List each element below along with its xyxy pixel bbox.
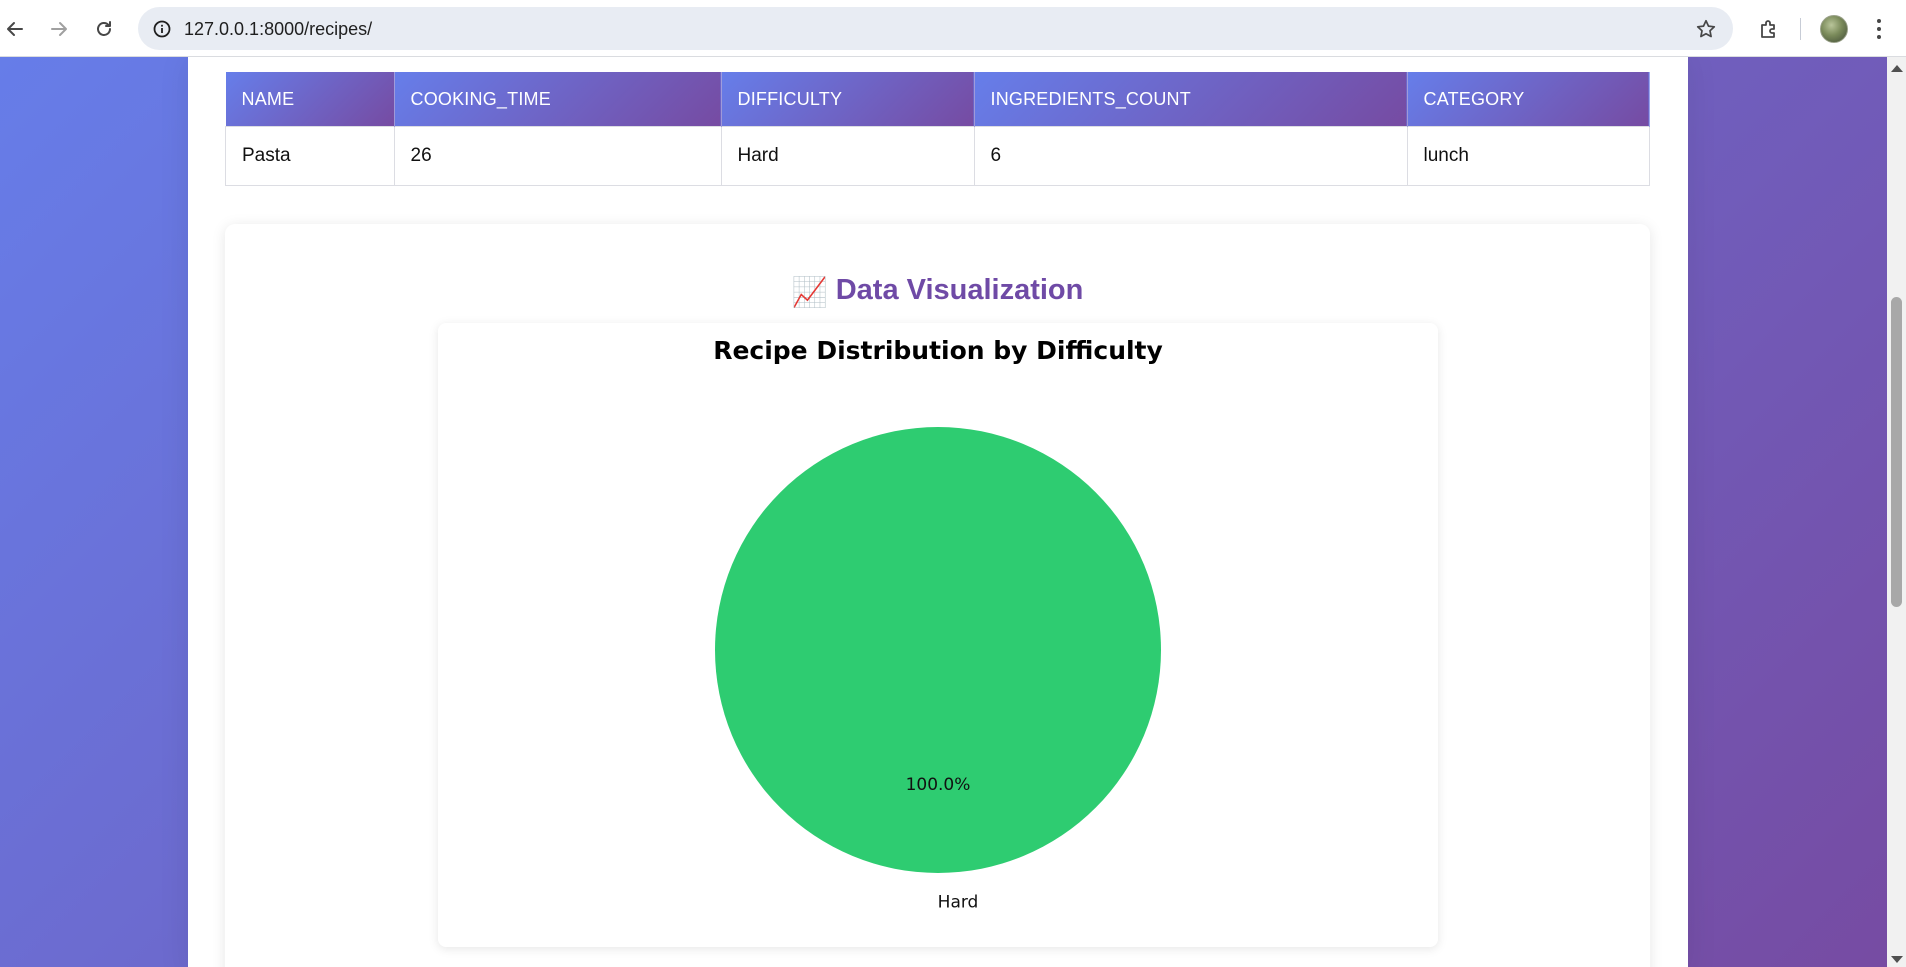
pie-slices: 100.0% Hard xyxy=(715,427,1161,912)
cell-cooking-time: 26 xyxy=(393,126,722,186)
bookmark-button[interactable] xyxy=(1693,16,1719,42)
back-button[interactable] xyxy=(0,14,30,44)
cell-category: lunch xyxy=(1406,126,1650,186)
pie-percent-label: 100.0% xyxy=(906,775,971,795)
address-bar[interactable]: 127.0.0.1:8000/recipes/ xyxy=(138,7,1733,50)
column-header-category: CATEGORY xyxy=(1407,72,1650,127)
content-container: NAME COOKING_TIME DIFFICULTY INGREDIENTS… xyxy=(188,57,1688,967)
pie-category-label: Hard xyxy=(938,892,979,912)
info-icon xyxy=(153,20,171,38)
forward-arrow-icon xyxy=(51,22,67,36)
scroll-up-arrow[interactable] xyxy=(1891,65,1903,72)
page-viewport: NAME COOKING_TIME DIFFICULTY INGREDIENTS… xyxy=(0,57,1887,967)
table-header-row: NAME COOKING_TIME DIFFICULTY INGREDIENTS… xyxy=(225,72,1650,127)
page-scrollbar[interactable] xyxy=(1887,57,1906,967)
visualization-heading-text: Data Visualization xyxy=(835,274,1084,306)
scroll-down-arrow[interactable] xyxy=(1891,956,1903,963)
back-arrow-icon xyxy=(7,22,23,36)
url-text[interactable]: 127.0.0.1:8000/recipes/ xyxy=(184,19,372,40)
reload-icon xyxy=(97,21,111,36)
visualization-heading: 📈 Data Visualization xyxy=(225,274,1650,310)
extensions-button[interactable] xyxy=(1754,14,1784,44)
column-header-name: NAME xyxy=(225,72,395,127)
cell-ingredients-count: 6 xyxy=(973,126,1408,186)
pie-chart: Recipe Distribution by Difficulty 100.0%… xyxy=(713,336,1163,912)
table-row: Pasta 26 Hard 6 lunch xyxy=(225,126,1650,186)
site-info-button[interactable] xyxy=(148,15,176,43)
browser-toolbar: 127.0.0.1:8000/recipes/ xyxy=(0,0,1906,57)
chart-container: Recipe Distribution by Difficulty 100.0%… xyxy=(438,323,1438,947)
toolbar-divider xyxy=(1800,18,1801,40)
cell-difficulty: Hard xyxy=(720,126,975,186)
column-header-difficulty: DIFFICULTY xyxy=(721,72,975,127)
column-header-cooking-time: COOKING_TIME xyxy=(394,72,722,127)
reload-button[interactable] xyxy=(89,14,119,44)
scrollbar-thumb[interactable] xyxy=(1891,297,1902,607)
cell-name: Pasta xyxy=(225,126,395,186)
browser-menu-button[interactable] xyxy=(1866,14,1892,44)
chart-title: Recipe Distribution by Difficulty xyxy=(713,336,1163,365)
kebab-menu-icon xyxy=(1877,19,1881,23)
profile-avatar[interactable] xyxy=(1820,15,1848,43)
star-icon xyxy=(1696,19,1716,38)
pie-slice-hard xyxy=(715,427,1161,873)
column-header-ingredients-count: INGREDIENTS_COUNT xyxy=(974,72,1408,127)
puzzle-icon xyxy=(1761,20,1775,38)
chart-increasing-icon: 📈 xyxy=(791,277,828,309)
recipes-table: NAME COOKING_TIME DIFFICULTY INGREDIENTS… xyxy=(225,72,1650,186)
visualization-card: 📈 Data Visualization Recipe Distribution … xyxy=(225,224,1650,967)
forward-button[interactable] xyxy=(44,14,74,44)
